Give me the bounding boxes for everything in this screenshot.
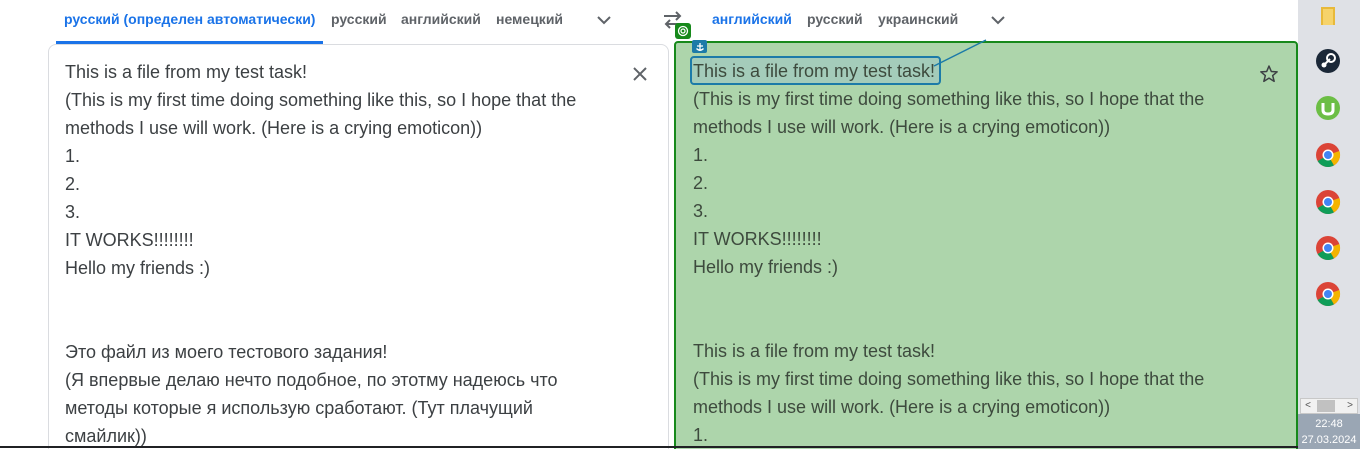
utorrent-icon[interactable] [1314,94,1342,122]
anchor-icon [692,40,707,53]
source-text[interactable]: This is a file from my test task! (This … [65,58,605,449]
scroll-thumb[interactable] [1317,400,1335,412]
source-line: Hello my friends :) [65,258,211,278]
translation-line: Hello my friends :) [693,257,839,277]
translation-line: methods I use will work. (Here is a cryi… [693,397,1111,417]
translation-text: This is a file from my test task! (This … [693,57,1233,449]
scroll-right-button[interactable]: > [1343,399,1357,413]
source-line: IT WORKS!!!!!!!! [65,230,194,250]
chevron-down-icon [597,16,611,25]
source-line [65,310,605,338]
source-lang-tab-detected[interactable]: русский (определен автоматически) [56,0,323,40]
target-lang-tab-ukrainian[interactable]: украинский [870,0,966,40]
translation-line: 3. [693,201,709,221]
clock-date: 27.03.2024 [1301,434,1357,446]
source-more-languages-button[interactable] [588,4,620,36]
source-line: методы которые я использую сработают. (Т… [65,398,533,418]
taskbar-scrollbar[interactable]: < > [1300,398,1358,414]
translation-line [693,281,1233,309]
source-line [65,282,605,310]
clear-source-button[interactable] [627,61,653,87]
clock-time: 22:48 [1315,418,1343,430]
translation-line [693,309,1233,337]
translation-line: (This is my first time doing something l… [693,369,1205,389]
window-bottom-border [0,446,1298,448]
save-translation-button[interactable] [1256,61,1282,87]
close-icon [633,67,647,81]
taskbar: < > 22:48 27.03.2024 [1298,0,1360,449]
translation-line: 2. [693,173,709,193]
translation-line: (This is my first time doing something l… [693,89,1205,109]
translation-line: 1. [693,425,709,445]
source-lang-tab-russian[interactable]: русский [323,0,395,40]
source-language-bar: русский (определен автоматически) русски… [50,0,670,40]
source-line: Это файл из моего тестового задания! [65,342,388,362]
source-line: 1. [65,146,81,166]
scroll-left-button[interactable]: < [1301,399,1315,413]
target-language-bar: английский русский украинский [700,0,1020,40]
steam-icon[interactable] [1314,47,1342,75]
source-line: (Я впервые делаю нечто подобное, по этот… [65,370,558,390]
translation-line: methods I use will work. (Here is a cryi… [693,117,1111,137]
source-line: This is a file from my test task! [65,62,308,82]
chevron-down-icon [991,16,1005,25]
chrome-icon[interactable] [1314,280,1342,308]
translation-line: This is a file from my test task! [693,341,936,361]
target-marker-icon [675,23,691,39]
source-lang-tab-german[interactable]: немецкий [488,0,571,40]
source-line: methods I use will work. (Here is a cryi… [65,118,483,138]
target-lang-tab-russian[interactable]: русский [799,0,871,40]
chrome-icon[interactable] [1314,188,1342,216]
translation-output-overlay: This is a file from my test task! (This … [674,41,1298,449]
translation-line: IT WORKS!!!!!!!! [693,229,822,249]
chrome-icon[interactable] [1314,141,1342,169]
translation-line: 1. [693,145,709,165]
highlight-connector-line [933,39,987,67]
source-line: смайлик)) [65,426,147,446]
folder-icon[interactable] [1314,2,1342,30]
star-outline-icon [1260,65,1278,83]
target-more-languages-button[interactable] [982,4,1014,36]
source-line: 3. [65,202,81,222]
chrome-icon[interactable] [1314,234,1342,262]
target-lang-tab-english[interactable]: английский [704,0,800,40]
source-line: 2. [65,174,81,194]
source-lang-tab-english[interactable]: английский [393,0,489,40]
source-line: (This is my first time doing something l… [65,90,577,110]
source-text-area[interactable]: This is a file from my test task! (This … [48,44,669,449]
